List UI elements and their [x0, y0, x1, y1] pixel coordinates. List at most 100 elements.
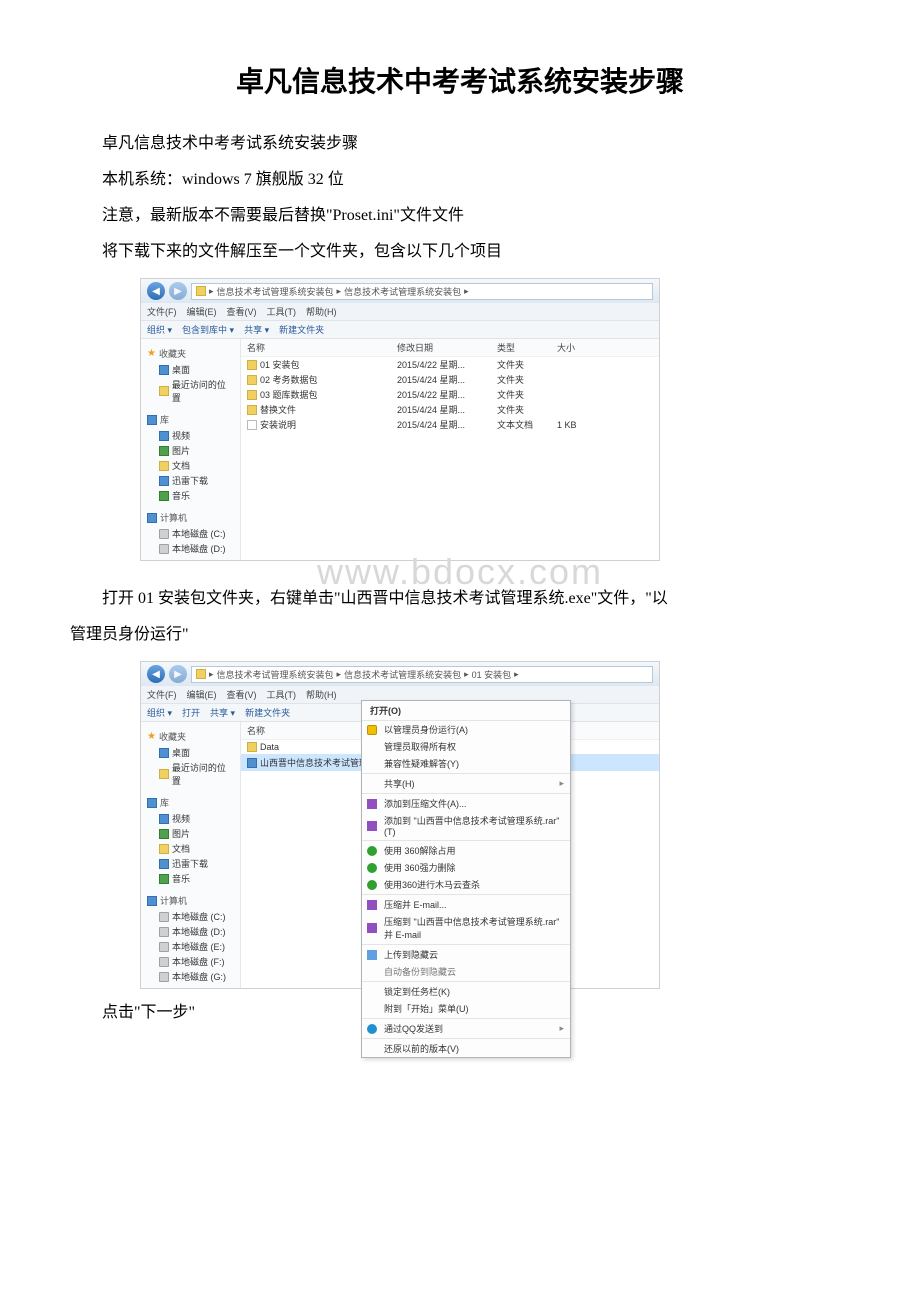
sidebar-item-doc[interactable]: 文档 [147, 458, 234, 473]
menu-tools[interactable]: 工具(T) [267, 305, 297, 318]
menu-view[interactable]: 查看(V) [227, 688, 257, 701]
sidebar-item-video[interactable]: 视频 [147, 811, 234, 826]
sidebar-fav-title[interactable]: ★收藏夹 [147, 347, 234, 360]
ctx-restore-previous[interactable]: 还原以前的版本(V) [362, 1040, 570, 1057]
ctx-separator [362, 773, 570, 774]
sidebar-item-desktop[interactable]: 桌面 [147, 362, 234, 377]
toolbar-share[interactable]: 共享 ▾ [210, 706, 235, 719]
toolbar-open[interactable]: 打开 [182, 706, 200, 719]
sidebar-lib-title[interactable]: 库 [147, 413, 234, 426]
toolbar-include-lib[interactable]: 包含到库中 ▾ [182, 323, 234, 336]
ctx-share[interactable]: 共享(H)▸ [362, 775, 570, 792]
sidebar-lib-title[interactable]: 库 [147, 796, 234, 809]
breadcrumb-2[interactable]: 信息技术考试管理系统安装包 [344, 668, 461, 681]
ctx-auto-backup-cloud[interactable]: 自动备份到隐藏云 [362, 963, 570, 980]
sidebar-comp-title[interactable]: 计算机 [147, 894, 234, 907]
table-row[interactable]: 02 考务数据包 2015/4/24 星期... 文件夹 [241, 372, 659, 387]
menu-view[interactable]: 查看(V) [227, 305, 257, 318]
ctx-360-cloud-scan[interactable]: 使用360进行木马云查杀 [362, 876, 570, 893]
sidebar-item-disk-c[interactable]: 本地磁盘 (C:) [147, 909, 234, 924]
shield-icon [367, 725, 377, 735]
sidebar-item-disk-g[interactable]: 本地磁盘 (G:) [147, 969, 234, 984]
col-size[interactable]: 大小 [557, 341, 617, 354]
col-name[interactable]: 名称 [247, 341, 397, 354]
menu-help[interactable]: 帮助(H) [306, 305, 337, 318]
sidebar-item-recent[interactable]: 最近访问的位置 [147, 760, 234, 788]
ctx-pin-start[interactable]: 附到「开始」菜单(U) [362, 1000, 570, 1017]
sidebar-item-recent[interactable]: 最近访问的位置 [147, 377, 234, 405]
sidebar-fav-title[interactable]: ★收藏夹 [147, 730, 234, 743]
menu-tools[interactable]: 工具(T) [267, 688, 297, 701]
ctx-run-as-admin[interactable]: 以管理员身份运行(A) [362, 721, 570, 738]
sidebar: ★收藏夹 桌面 最近访问的位置 库 视频 图片 文档 迅雷下载 音乐 计算机 本… [141, 339, 241, 560]
sidebar-item-disk-d[interactable]: 本地磁盘 (D:) [147, 541, 234, 556]
folder-icon [196, 669, 206, 679]
sidebar-item-image[interactable]: 图片 [147, 826, 234, 841]
toolbar-share[interactable]: 共享 ▾ [244, 323, 269, 336]
back-button[interactable]: ◀ [147, 282, 165, 300]
table-row[interactable]: 01 安装包 2015/4/22 星期... 文件夹 [241, 357, 659, 372]
star-icon: ★ [147, 348, 156, 359]
sidebar-item-xunlei[interactable]: 迅雷下载 [147, 856, 234, 871]
para-3: 注意，最新版本不需要最后替换"Proset.ini"文件文件 [70, 200, 850, 232]
breadcrumb-3[interactable]: 01 安装包 [472, 668, 512, 681]
sidebar-item-xunlei[interactable]: 迅雷下载 [147, 473, 234, 488]
ctx-admin-take-ownership[interactable]: 管理员取得所有权 [362, 738, 570, 755]
menu-edit[interactable]: 编辑(E) [187, 688, 217, 701]
breadcrumb-1[interactable]: 信息技术考试管理系统安装包 [217, 285, 334, 298]
ctx-compress-email[interactable]: 压缩并 E-mail... [362, 896, 570, 913]
sidebar-item-disk-e[interactable]: 本地磁盘 (E:) [147, 939, 234, 954]
ctx-add-to-rar[interactable]: 添加到 "山西晋中信息技术考试管理系统.rar"(T) [362, 812, 570, 839]
sidebar-item-music[interactable]: 音乐 [147, 488, 234, 503]
sidebar-item-music[interactable]: 音乐 [147, 871, 234, 886]
table-row[interactable]: 替换文件 2015/4/24 星期... 文件夹 [241, 402, 659, 417]
forward-button[interactable]: ▶ [169, 665, 187, 683]
sidebar-item-doc[interactable]: 文档 [147, 841, 234, 856]
ctx-360-force-del[interactable]: 使用 360强力删除 [362, 859, 570, 876]
menu-edit[interactable]: 编辑(E) [187, 305, 217, 318]
ctx-upload-cloud[interactable]: 上传到隐藏云 [362, 946, 570, 963]
address-bar[interactable]: ▸ 信息技术考试管理系统安装包 ▸ 信息技术考试管理系统安装包 ▸ 01 安装包… [191, 666, 653, 683]
sidebar-item-disk-c[interactable]: 本地磁盘 (C:) [147, 526, 234, 541]
archive-icon [367, 799, 377, 809]
ctx-pin-taskbar[interactable]: 锁定到任务栏(K) [362, 983, 570, 1000]
folder-icon [247, 375, 257, 385]
sidebar-comp-title[interactable]: 计算机 [147, 511, 234, 524]
col-date[interactable]: 修改日期 [397, 341, 497, 354]
breadcrumb-1[interactable]: 信息技术考试管理系统安装包 [217, 668, 334, 681]
toolbar-new-folder[interactable]: 新建文件夹 [245, 706, 290, 719]
chevron-right-icon: ▸ [559, 778, 564, 789]
toolbar-organize[interactable]: 组织 ▾ [147, 323, 172, 336]
back-button[interactable]: ◀ [147, 665, 165, 683]
sidebar-item-disk-d[interactable]: 本地磁盘 (D:) [147, 924, 234, 939]
folder-icon [247, 390, 257, 400]
col-type[interactable]: 类型 [497, 341, 557, 354]
toolbar-organize[interactable]: 组织 ▾ [147, 706, 172, 719]
sidebar-item-disk-f[interactable]: 本地磁盘 (F:) [147, 954, 234, 969]
table-row[interactable]: 03 题库数据包 2015/4/22 星期... 文件夹 [241, 387, 659, 402]
breadcrumb-2[interactable]: 信息技术考试管理系统安装包 [344, 285, 461, 298]
ctx-compat-troubleshoot[interactable]: 兼容性疑难解答(Y) [362, 755, 570, 772]
forward-button[interactable]: ▶ [169, 282, 187, 300]
disk-icon [159, 942, 169, 952]
desktop-icon [159, 365, 169, 375]
ctx-compress-rar-email[interactable]: 压缩到 "山西晋中信息技术考试管理系统.rar" 并 E-mail [362, 913, 570, 943]
para-5b: 管理员身份运行" [70, 619, 850, 651]
ctx-add-archive[interactable]: 添加到压缩文件(A)... [362, 795, 570, 812]
para-2: 本机系统：windows 7 旗舰版 32 位 [70, 164, 850, 196]
address-bar[interactable]: ▸ 信息技术考试管理系统安装包 ▸ 信息技术考试管理系统安装包 ▸ [191, 283, 653, 300]
menu-file[interactable]: 文件(F) [147, 688, 177, 701]
table-row[interactable]: 安装说明 2015/4/24 星期... 文本文档 1 KB [241, 417, 659, 432]
ctx-qq-send[interactable]: 通过QQ发送到▸ [362, 1020, 570, 1037]
image-icon [159, 829, 169, 839]
exe-icon [247, 758, 257, 768]
sidebar-item-image[interactable]: 图片 [147, 443, 234, 458]
ctx-360-unlock[interactable]: 使用 360解除占用 [362, 842, 570, 859]
sidebar-item-desktop[interactable]: 桌面 [147, 745, 234, 760]
ctx-open[interactable]: 打开(O) [362, 701, 570, 721]
toolbar-new-folder[interactable]: 新建文件夹 [279, 323, 324, 336]
sidebar-item-video[interactable]: 视频 [147, 428, 234, 443]
menu-help[interactable]: 帮助(H) [306, 688, 337, 701]
video-icon [159, 814, 169, 824]
menu-file[interactable]: 文件(F) [147, 305, 177, 318]
